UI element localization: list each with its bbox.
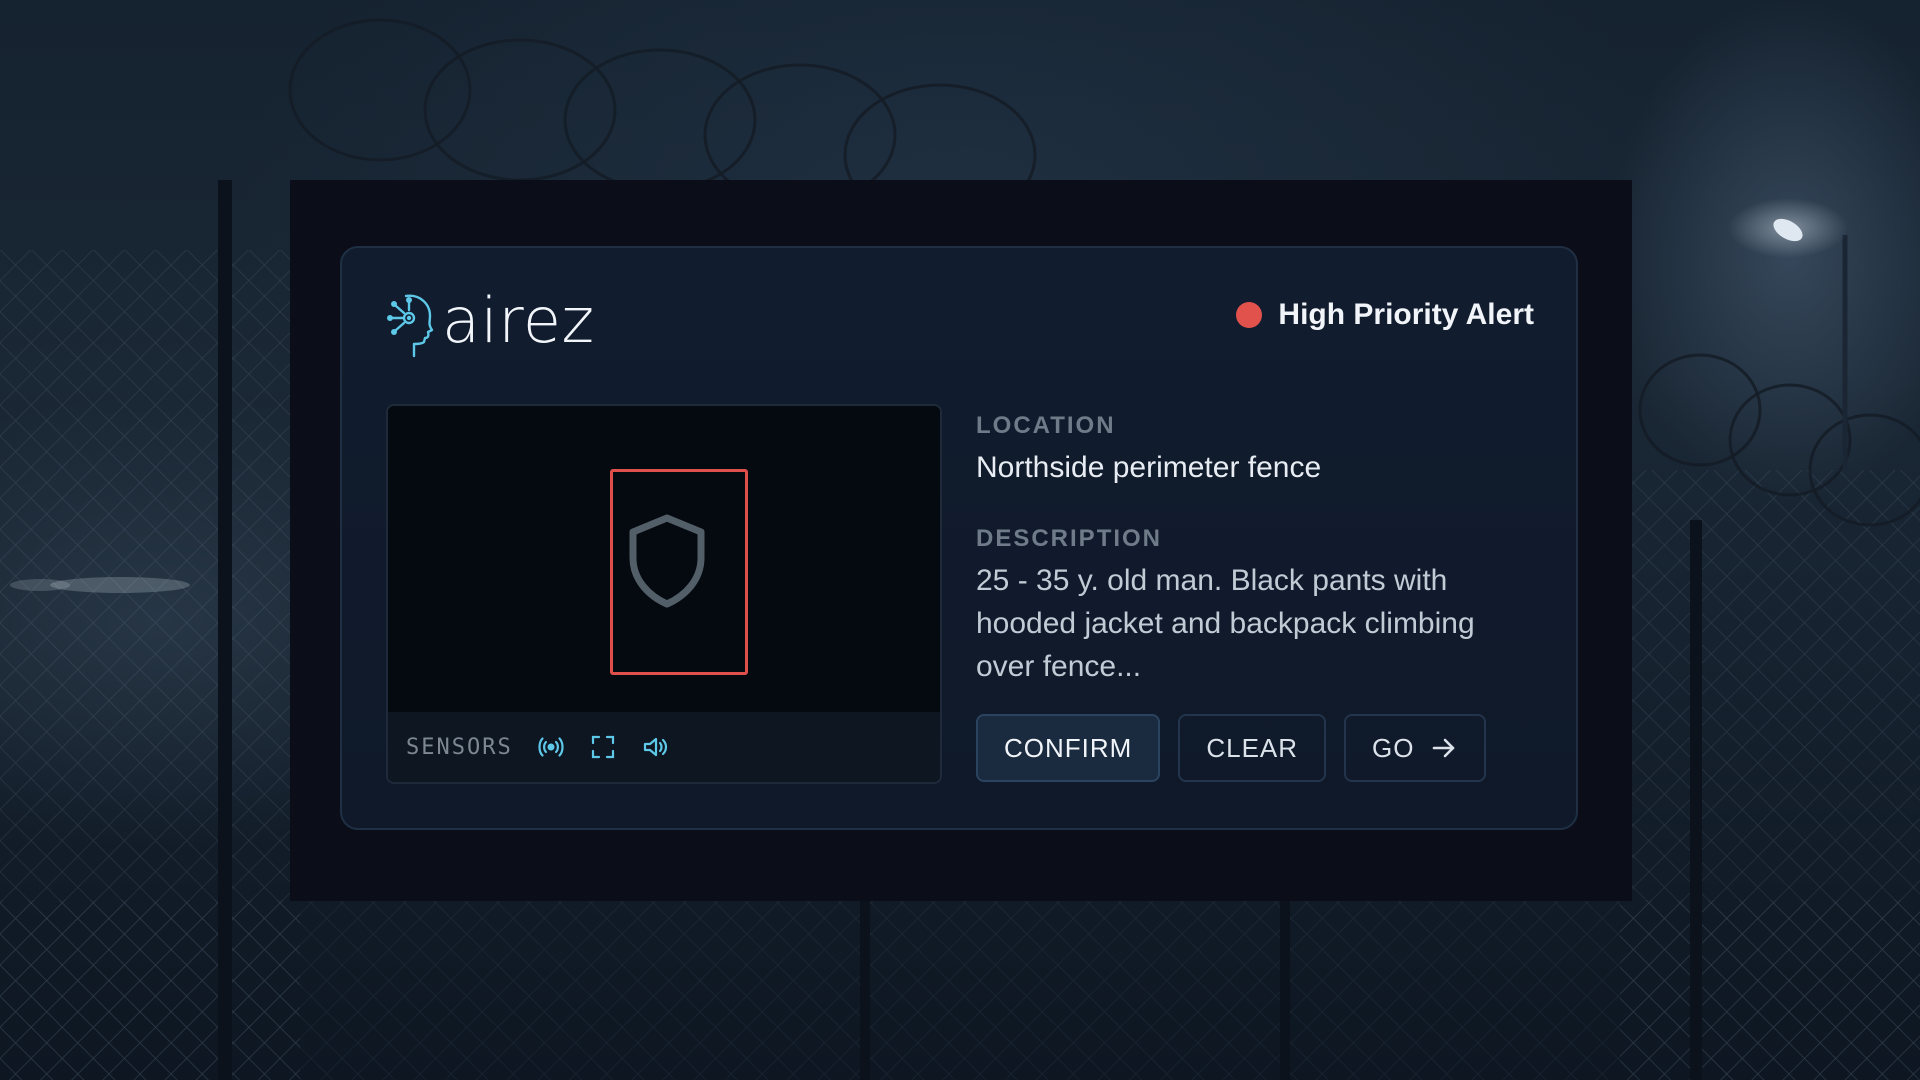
- brand-logo: airez: [384, 288, 595, 360]
- description-value: 25 - 35 y. old man. Black pants with hoo…: [976, 564, 1475, 683]
- go-button[interactable]: GO: [1344, 714, 1487, 782]
- broadcast-icon[interactable]: [537, 733, 565, 761]
- priority-alert: High Priority Alert: [1236, 298, 1534, 332]
- sensors-label: SENSORS: [406, 734, 513, 760]
- description-label: DESCRIPTION: [976, 525, 1163, 552]
- alert-details: LOCATION Northside perimeter fence DESCR…: [976, 404, 1536, 688]
- location-value: Northside perimeter fence: [976, 451, 1322, 484]
- confirm-button[interactable]: CONFIRM: [976, 714, 1161, 782]
- sensor-bar: SENSORS: [388, 712, 940, 782]
- location-label: LOCATION: [976, 412, 1116, 439]
- shield-icon: [629, 514, 705, 608]
- ai-head-icon: [387, 294, 434, 358]
- arrow-right-icon: [1433, 738, 1455, 758]
- action-buttons: CONFIRM CLEAR GO: [976, 714, 1487, 782]
- speaker-icon[interactable]: [641, 733, 669, 761]
- go-button-label: GO: [1372, 732, 1415, 763]
- brand-name: airez: [442, 284, 595, 357]
- alert-status-dot: [1236, 302, 1263, 328]
- camera-feed: [388, 406, 940, 716]
- alert-card: airez High Priority Alert SENSORS LOCATI…: [340, 246, 1578, 830]
- alert-label: High Priority Alert: [1278, 298, 1534, 331]
- detection-box: [610, 469, 748, 675]
- clear-button[interactable]: CLEAR: [1178, 714, 1327, 782]
- camera-preview[interactable]: SENSORS: [386, 404, 942, 784]
- scan-frame-icon[interactable]: [589, 733, 617, 761]
